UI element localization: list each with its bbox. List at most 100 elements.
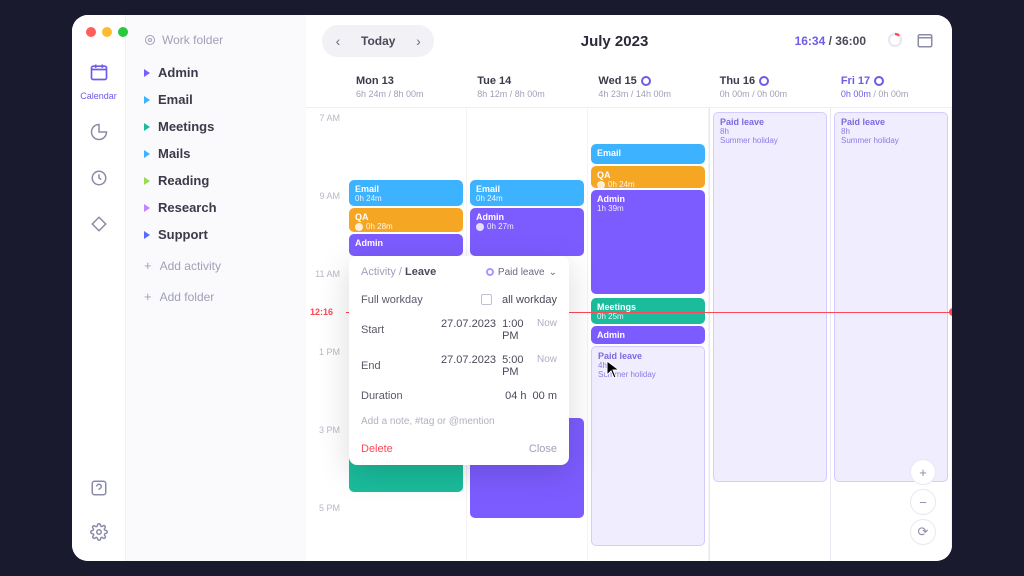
settings-icon[interactable] [84, 517, 114, 547]
calendar-event[interactable]: Email0h 24m [470, 180, 584, 206]
day-header[interactable]: Wed 15 4h 23m / 14h 00m [588, 67, 709, 107]
calendar-event[interactable]: Email0h 24m [349, 180, 463, 206]
time-label: 3 PM [319, 425, 340, 435]
zoom-controls: + − ⟳ [910, 459, 936, 545]
sidebar-activity-mails[interactable]: Mails [136, 140, 296, 167]
day-column[interactable]: Email0h 24mQA0h 28mAdminwith @deck Activ… [346, 108, 467, 561]
calendar-event[interactable]: Email [591, 144, 705, 164]
zoom-reset-button[interactable]: ⟳ [910, 519, 936, 545]
time-label: 9 AM [319, 191, 340, 201]
now-label: 12:16 [310, 307, 333, 317]
triangle-icon [144, 231, 150, 239]
next-button[interactable]: › [405, 28, 431, 54]
timer-icon [597, 181, 605, 189]
calendar-event[interactable]: QA0h 24m [591, 166, 705, 188]
help-icon[interactable] [84, 473, 114, 503]
time-label: 5 PM [319, 503, 340, 513]
calendar-event[interactable]: Paid leave8hSummer holiday [834, 112, 948, 482]
zoom-out-button[interactable]: − [910, 489, 936, 515]
mouse-cursor [606, 360, 622, 385]
day-header[interactable]: Mon 136h 24m / 8h 00m [346, 67, 467, 107]
duration-minutes-input[interactable]: 00 m [533, 390, 557, 402]
end-now-button[interactable]: Now [537, 354, 557, 378]
triangle-icon [144, 204, 150, 212]
sidebar-activity-research[interactable]: Research [136, 194, 296, 221]
sidebar-activity-support[interactable]: Support [136, 221, 296, 248]
reports-icon[interactable] [84, 117, 114, 147]
day-column[interactable]: Paid leave8hSummer holiday [709, 108, 831, 561]
day-column[interactable]: EmailQA0h 24mAdmin1h 39m Meetings0h 25m Ad… [588, 108, 709, 561]
today-button[interactable]: Today [351, 28, 405, 54]
calendar-event[interactable]: Admin [349, 234, 463, 256]
start-now-button[interactable]: Now [537, 318, 557, 342]
duration-hours-input[interactable]: 04 h [505, 390, 526, 402]
close-button[interactable]: Close [529, 443, 557, 455]
gear-small-icon [144, 34, 156, 46]
note-input[interactable]: Add a note, #tag or @mention [361, 408, 557, 435]
time-display: 16:34 / 36:00 [795, 34, 866, 48]
prev-button[interactable]: ‹ [325, 28, 351, 54]
day-header[interactable]: Fri 17 0h 00m / 0h 00m [831, 67, 952, 107]
ring-icon [874, 76, 884, 86]
add-folder-button[interactable]: + Add folder [136, 283, 296, 310]
main-area: ‹ Today › July 2023 16:34 / 36:00 Mon 13… [306, 15, 952, 561]
sidebar-activity-reading[interactable]: Reading [136, 167, 296, 194]
calendar-event[interactable]: Meetings0h 25m [591, 298, 705, 324]
calendar-event[interactable]: Admin1h 39m [591, 190, 705, 294]
delete-button[interactable]: Delete [361, 443, 393, 455]
calendar-event[interactable]: Admin [591, 326, 705, 344]
start-time-input[interactable]: 1:00 PM [502, 318, 531, 342]
calendar-grid[interactable]: 7 AM 9 AM 11 AM 1 PM 3 PM 5 PM 12:16 Email0h … [306, 108, 952, 561]
app-window: Calendar Work folder AdminEmailMeetingsM… [72, 15, 952, 561]
sidebar-activity-meetings[interactable]: Meetings [136, 113, 296, 140]
calendar-icon[interactable] [84, 57, 114, 87]
calendar-toggle-icon[interactable] [916, 31, 936, 51]
folder-header[interactable]: Work folder [136, 29, 296, 51]
traffic-lights [86, 27, 128, 37]
close-window[interactable] [86, 27, 96, 37]
calendar-event[interactable]: QA0h 28m [349, 208, 463, 232]
day-header[interactable]: Tue 148h 12m / 8h 00m [467, 67, 588, 107]
start-date-input[interactable]: 27.07.2023 [441, 318, 496, 342]
folder-name: Work folder [162, 33, 223, 47]
time-label: 11 AM [315, 269, 340, 279]
day-header[interactable]: Thu 16 0h 00m / 0h 00m [710, 67, 831, 107]
calendar-label: Calendar [80, 91, 117, 101]
sidebar: Work folder AdminEmailMeetingsMailsReadi… [126, 15, 306, 561]
all-workday-checkbox[interactable]: all workday [481, 294, 557, 306]
icon-rail: Calendar [72, 15, 126, 561]
topbar: ‹ Today › July 2023 16:34 / 36:00 [306, 15, 952, 67]
triangle-icon [144, 177, 150, 185]
date-nav: ‹ Today › [322, 25, 434, 57]
time-label: 1 PM [319, 347, 340, 357]
triangle-icon [144, 69, 150, 77]
plus-icon: + [144, 289, 152, 304]
calendar-event[interactable]: Admin0h 27m [470, 208, 584, 256]
progress-icon[interactable] [886, 31, 906, 51]
event-popover: Activity / Leave Paid leave ⌄ Full workd… [349, 256, 569, 465]
zoom-in-button[interactable]: + [910, 459, 936, 485]
ring-icon [759, 76, 769, 86]
maximize-window[interactable] [118, 27, 128, 37]
time-label: 7 AM [319, 113, 340, 123]
end-date-input[interactable]: 27.07.2023 [441, 354, 496, 378]
end-time-input[interactable]: 5:00 PM [502, 354, 531, 378]
minimize-window[interactable] [102, 27, 112, 37]
ring-icon [641, 76, 651, 86]
circle-icon [486, 268, 494, 276]
time-gutter: 7 AM 9 AM 11 AM 1 PM 3 PM 5 PM [306, 108, 346, 561]
plus-icon: + [144, 258, 152, 273]
add-activity-button[interactable]: + Add activity [136, 252, 296, 279]
month-title: July 2023 [444, 33, 784, 50]
clock-icon[interactable] [84, 163, 114, 193]
timer-icon [476, 223, 484, 231]
timer-icon [355, 223, 363, 231]
triangle-icon [144, 96, 150, 104]
calendar-event[interactable]: Paid leave8hSummer holiday [713, 112, 827, 482]
sidebar-activity-email[interactable]: Email [136, 86, 296, 113]
leave-type-selector[interactable]: Paid leave ⌄ [486, 267, 557, 278]
triangle-icon [144, 123, 150, 131]
triangle-icon [144, 150, 150, 158]
diamond-icon[interactable] [84, 209, 114, 239]
sidebar-activity-admin[interactable]: Admin [136, 59, 296, 86]
